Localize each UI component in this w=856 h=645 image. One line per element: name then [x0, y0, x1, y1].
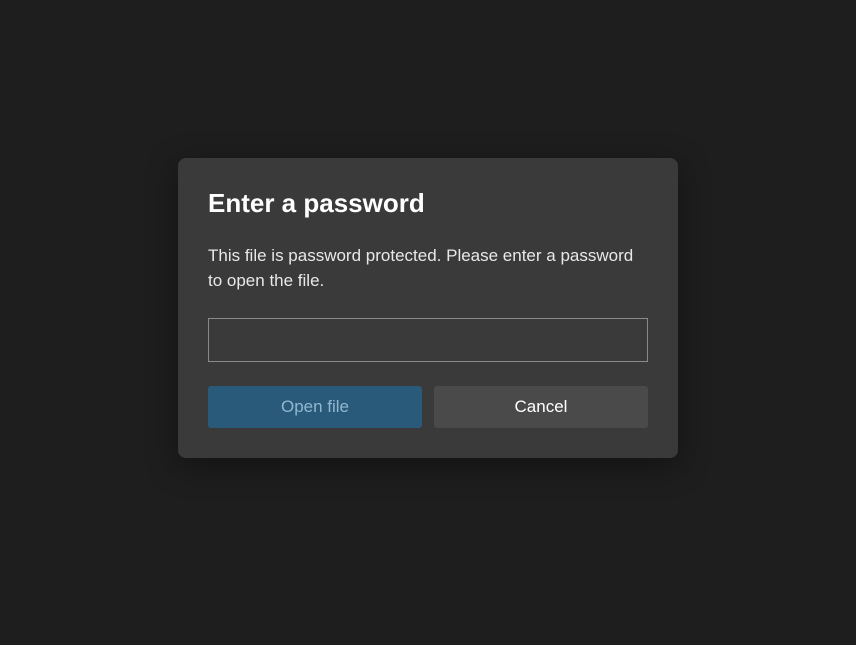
password-input[interactable]: [208, 318, 648, 362]
dialog-message: This file is password protected. Please …: [208, 243, 648, 294]
cancel-button[interactable]: Cancel: [434, 386, 648, 428]
dialog-button-row: Open file Cancel: [208, 386, 648, 428]
dialog-title: Enter a password: [208, 188, 648, 219]
open-file-button[interactable]: Open file: [208, 386, 422, 428]
password-dialog: Enter a password This file is password p…: [178, 158, 678, 458]
